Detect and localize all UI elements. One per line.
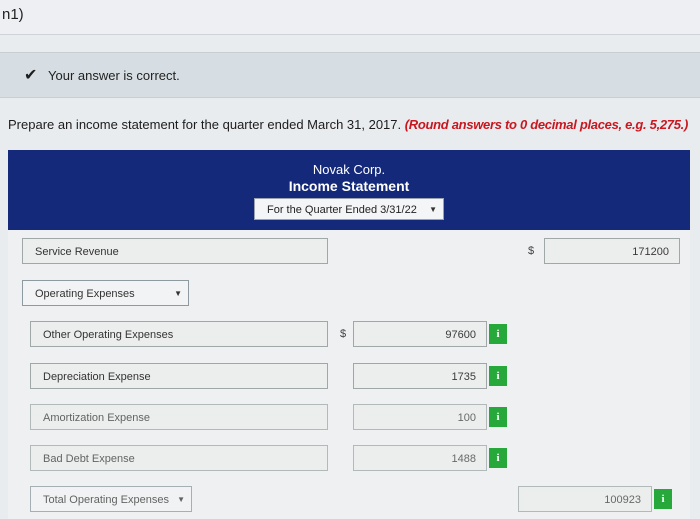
checkmark-icon: ✔ bbox=[24, 67, 38, 84]
amortization-amount: 100 bbox=[457, 412, 476, 424]
info-icon[interactable]: i bbox=[489, 324, 507, 344]
bad-debt-amount: 1488 bbox=[451, 453, 476, 465]
period-select[interactable]: For the Quarter Ended 3/31/22 ▼ bbox=[254, 198, 444, 220]
triangle-down-icon: ▼ bbox=[174, 289, 182, 298]
info-icon[interactable]: i bbox=[489, 407, 507, 427]
instructions-text: Prepare an income statement for the quar… bbox=[8, 117, 402, 132]
service-revenue-amount: 171200 bbox=[632, 246, 669, 258]
bad-debt-label-field[interactable]: Bad Debt Expense bbox=[30, 445, 328, 471]
total-operating-amount: 100923 bbox=[604, 494, 641, 506]
other-operating-amount-input[interactable]: 97600 bbox=[353, 321, 487, 347]
info-icon[interactable]: i bbox=[489, 366, 507, 386]
feedback-message: Your answer is correct. bbox=[48, 68, 180, 83]
service-revenue-label: Service Revenue bbox=[35, 246, 119, 258]
feedback-banner: ✔ Your answer is correct. bbox=[0, 52, 700, 98]
total-operating-expenses-select[interactable]: Total Operating Expenses ▼ bbox=[30, 486, 192, 512]
bad-debt-amount-input[interactable]: 1488 bbox=[353, 445, 487, 471]
other-operating-expenses-label-field[interactable]: Other Operating Expenses bbox=[30, 321, 328, 347]
period-select-value: For the Quarter Ended 3/31/22 bbox=[267, 204, 417, 216]
statement-title: Income Statement bbox=[288, 178, 410, 194]
amortization-amount-input[interactable]: 100 bbox=[353, 404, 487, 430]
total-operating-amount-input[interactable]: 100923 bbox=[518, 486, 652, 512]
info-icon[interactable]: i bbox=[489, 448, 507, 468]
question-header-bar: n1) bbox=[0, 0, 700, 35]
info-icon[interactable]: i bbox=[654, 489, 672, 509]
other-operating-currency: $ bbox=[340, 328, 347, 340]
bad-debt-label: Bad Debt Expense bbox=[43, 453, 135, 465]
other-operating-expenses-label: Other Operating Expenses bbox=[43, 329, 174, 341]
question-label: n1) bbox=[2, 6, 24, 23]
triangle-down-icon: ▼ bbox=[429, 205, 437, 214]
company-name: Novak Corp. bbox=[312, 162, 386, 177]
operating-expenses-select[interactable]: Operating Expenses ▼ bbox=[22, 280, 189, 306]
triangle-down-icon: ▼ bbox=[177, 495, 185, 504]
depreciation-label-field[interactable]: Depreciation Expense bbox=[30, 363, 328, 389]
total-operating-expenses-label: Total Operating Expenses bbox=[43, 494, 169, 506]
service-revenue-amount-input[interactable]: 171200 bbox=[544, 238, 680, 264]
service-revenue-label-field[interactable]: Service Revenue bbox=[22, 238, 328, 264]
amortization-label-field[interactable]: Amortization Expense bbox=[30, 404, 328, 430]
operating-expenses-label: Operating Expenses bbox=[35, 288, 135, 300]
depreciation-amount: 1735 bbox=[451, 371, 476, 383]
depreciation-label: Depreciation Expense bbox=[43, 371, 151, 383]
depreciation-amount-input[interactable]: 1735 bbox=[353, 363, 487, 389]
instructions: Prepare an income statement for the quar… bbox=[8, 117, 688, 132]
other-operating-amount: 97600 bbox=[445, 329, 476, 341]
amortization-label: Amortization Expense bbox=[43, 412, 150, 424]
rounding-note: (Round answers to 0 decimal places, e.g.… bbox=[404, 117, 689, 132]
service-revenue-currency: $ bbox=[528, 245, 535, 257]
